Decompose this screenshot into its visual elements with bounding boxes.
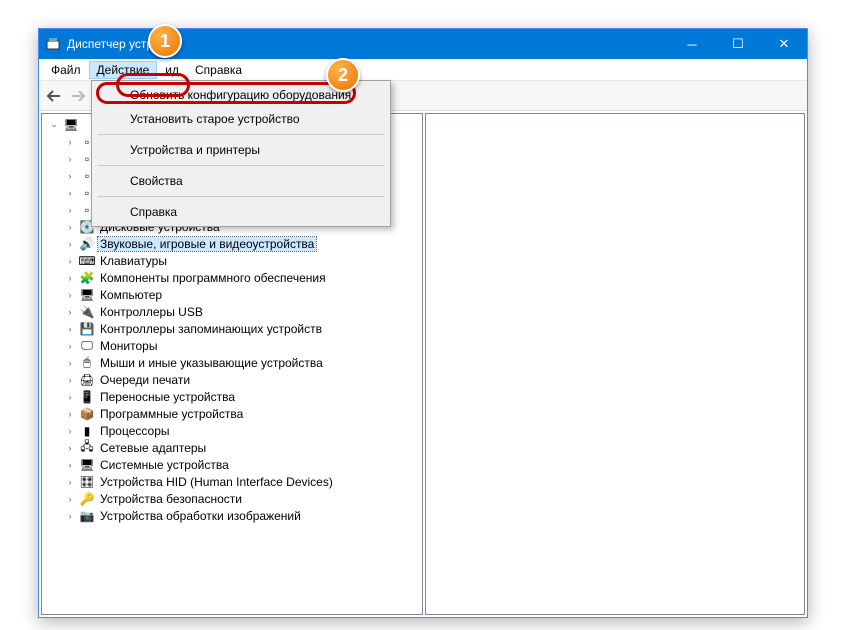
node-label: Клавиатуры [98, 254, 169, 268]
device-icon: 🔊 [79, 236, 95, 252]
device-icon: 💾 [79, 321, 95, 337]
expander-icon[interactable]: › [64, 494, 76, 504]
expander-icon[interactable]: › [64, 443, 76, 453]
minimize-button[interactable]: ─ [669, 29, 715, 59]
back-button[interactable] [43, 85, 65, 107]
menu-file[interactable]: Файл [43, 61, 89, 79]
details-pane [425, 113, 805, 615]
node-label: Контроллеры USB [98, 305, 205, 319]
expander-icon[interactable]: › [64, 307, 76, 317]
expander-icon[interactable]: › [64, 154, 76, 164]
device-icon: 🖱 [79, 355, 95, 371]
tree-node[interactable]: ›💾Контроллеры запоминающих устройств [44, 320, 422, 337]
node-label: Устройства безопасности [98, 492, 244, 506]
expander-icon[interactable]: › [64, 392, 76, 402]
device-icon: 🖵 [79, 338, 95, 354]
tree-node[interactable]: ›🖧Сетевые адаптеры [44, 439, 422, 456]
node-label: Сетевые адаптеры [98, 441, 208, 455]
expander-icon[interactable]: › [64, 426, 76, 436]
expander-icon[interactable]: › [64, 460, 76, 470]
app-icon [45, 36, 61, 52]
menu-item-properties[interactable]: Свойства [94, 169, 388, 193]
tree-node[interactable]: ›🖱Мыши и иные указывающие устройства [44, 354, 422, 371]
tree-node[interactable]: ›📷Устройства обработки изображений [44, 507, 422, 524]
computer-icon: 🖥 [63, 117, 79, 133]
node-label: Процессоры [98, 424, 172, 438]
menu-item-devices-printers[interactable]: Устройства и принтеры [94, 138, 388, 162]
menu-separator [98, 165, 384, 166]
close-button[interactable]: ✕ [761, 29, 807, 59]
device-icon: 🖥 [79, 287, 95, 303]
node-label: Переносные устройства [98, 390, 237, 404]
expander-icon[interactable]: › [64, 239, 76, 249]
tree-node[interactable]: ›🧩Компоненты программного обеспечения [44, 269, 422, 286]
annotation-badge-2: 2 [326, 58, 360, 92]
device-icon: 🔑 [79, 491, 95, 507]
menu-item-add-legacy[interactable]: Установить старое устройство [94, 107, 388, 131]
node-label: Устройства обработки изображений [98, 509, 303, 523]
expander-icon[interactable]: › [64, 324, 76, 334]
forward-button[interactable] [67, 85, 89, 107]
device-icon: 🔌 [79, 304, 95, 320]
node-label: Мониторы [98, 339, 159, 353]
device-icon: 📱 [79, 389, 95, 405]
tree-node[interactable]: ›🖥Системные устройства [44, 456, 422, 473]
expander-icon[interactable]: › [64, 290, 76, 300]
menu-action[interactable]: Действие [89, 61, 158, 79]
expander-icon[interactable]: › [64, 222, 76, 232]
expander-icon[interactable]: › [64, 205, 76, 215]
expander-icon[interactable]: › [64, 273, 76, 283]
menu-item-help[interactable]: Справка [94, 200, 388, 224]
action-dropdown-menu: Обновить конфигурацию оборудования Устан… [91, 80, 391, 227]
tree-node[interactable]: ›🖵Мониторы [44, 337, 422, 354]
node-label: Контроллеры запоминающих устройств [98, 322, 324, 336]
expander-icon[interactable]: › [64, 341, 76, 351]
expander-icon[interactable]: › [64, 137, 76, 147]
node-label: Системные устройства [98, 458, 231, 472]
tree-node[interactable]: ›📱Переносные устройства [44, 388, 422, 405]
expander-icon[interactable]: › [64, 188, 76, 198]
device-icon: 🎛 [79, 474, 95, 490]
menubar: Файл Действие ид Справка [39, 59, 807, 81]
expander-icon[interactable]: › [64, 171, 76, 181]
expander-icon[interactable]: › [64, 511, 76, 521]
device-icon: 🧩 [79, 270, 95, 286]
window-controls: ─ ☐ ✕ [669, 29, 807, 59]
maximize-button[interactable]: ☐ [715, 29, 761, 59]
tree-node[interactable]: ›🔑Устройства безопасности [44, 490, 422, 507]
expander-icon[interactable]: › [64, 477, 76, 487]
menu-help[interactable]: Справка [187, 61, 250, 79]
expander-icon[interactable]: › [64, 256, 76, 266]
tree-node[interactable]: ›🖨Очереди печати [44, 371, 422, 388]
node-label: Компоненты программного обеспечения [98, 271, 328, 285]
expander-icon[interactable]: › [64, 358, 76, 368]
tree-node[interactable]: ›🔌Контроллеры USB [44, 303, 422, 320]
annotation-badge-1: 1 [148, 24, 182, 58]
menu-separator [98, 196, 384, 197]
menu-view[interactable]: ид [157, 61, 187, 79]
device-icon: 📷 [79, 508, 95, 524]
menu-separator [98, 134, 384, 135]
device-icon: 🖨 [79, 372, 95, 388]
node-label: Компьютер [98, 288, 164, 302]
node-label: Очереди печати [98, 373, 192, 387]
tree-node[interactable]: ›🔊Звуковые, игровые и видеоустройства [44, 235, 422, 252]
node-label: Звуковые, игровые и видеоустройства [98, 237, 316, 251]
tree-node[interactable]: ›🎛Устройства HID (Human Interface Device… [44, 473, 422, 490]
device-icon: 📦 [79, 406, 95, 422]
tree-node[interactable]: ›⌨Клавиатуры [44, 252, 422, 269]
tree-node[interactable]: ›▮Процессоры [44, 422, 422, 439]
node-label: Мыши и иные указывающие устройства [98, 356, 325, 370]
device-icon: ⌨ [79, 253, 95, 269]
tree-node[interactable]: ›🖥Компьютер [44, 286, 422, 303]
expander-icon[interactable]: › [64, 375, 76, 385]
device-icon: 🖥 [79, 457, 95, 473]
expander-icon[interactable]: ⌄ [48, 119, 60, 130]
expander-icon[interactable]: › [64, 409, 76, 419]
node-label: Программные устройства [98, 407, 245, 421]
device-icon: 🖧 [79, 440, 95, 456]
tree-node[interactable]: ›📦Программные устройства [44, 405, 422, 422]
node-label: Устройства HID (Human Interface Devices) [98, 475, 335, 489]
